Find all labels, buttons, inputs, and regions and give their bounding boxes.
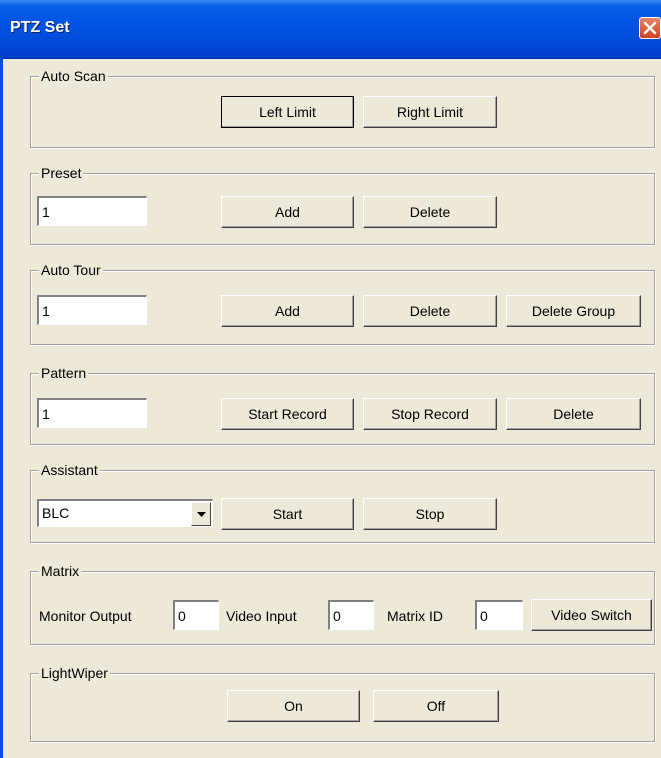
stop-record-button[interactable]: Stop Record bbox=[363, 398, 497, 430]
assistant-select[interactable]: BLC bbox=[37, 499, 213, 527]
dropdown-button[interactable] bbox=[191, 502, 211, 526]
preset-input[interactable] bbox=[37, 196, 147, 226]
preset-legend: Preset bbox=[39, 165, 84, 181]
matrix-id-input[interactable] bbox=[475, 600, 523, 630]
monitor-output-label: Monitor Output bbox=[39, 608, 132, 624]
auto-tour-legend: Auto Tour bbox=[39, 262, 103, 278]
preset-add-button[interactable]: Add bbox=[221, 196, 354, 228]
start-record-button[interactable]: Start Record bbox=[221, 398, 354, 430]
assistant-select-value: BLC bbox=[42, 505, 70, 521]
pattern-group: Pattern Start Record Stop Record Delete bbox=[30, 365, 655, 445]
matrix-legend: Matrix bbox=[39, 563, 82, 579]
light-wiper-group: LightWiper On Off bbox=[30, 665, 655, 742]
pattern-input[interactable] bbox=[37, 398, 147, 428]
preset-delete-button[interactable]: Delete bbox=[363, 196, 497, 228]
delete-group-button[interactable]: Delete Group bbox=[506, 295, 641, 327]
title-bar: PTZ Set bbox=[0, 0, 661, 59]
auto-tour-delete-button[interactable]: Delete bbox=[363, 295, 497, 327]
assistant-stop-button[interactable]: Stop bbox=[363, 498, 497, 530]
matrix-id-label: Matrix ID bbox=[387, 608, 443, 624]
window-frame-left bbox=[0, 58, 3, 758]
auto-tour-input[interactable] bbox=[37, 295, 147, 325]
auto-tour-add-button[interactable]: Add bbox=[221, 295, 354, 327]
light-wiper-on-button[interactable]: On bbox=[227, 690, 360, 722]
auto-scan-group: Auto Scan Left Limit Right Limit bbox=[30, 68, 655, 148]
matrix-group: Matrix Monitor Output Video Input Matrix… bbox=[30, 563, 655, 645]
window-title: PTZ Set bbox=[10, 19, 70, 36]
video-input-input[interactable] bbox=[328, 600, 374, 630]
video-switch-button[interactable]: Video Switch bbox=[531, 599, 652, 631]
light-wiper-off-button[interactable]: Off bbox=[373, 690, 499, 722]
monitor-output-input[interactable] bbox=[173, 600, 219, 630]
close-icon bbox=[643, 21, 657, 35]
chevron-down-icon bbox=[197, 512, 206, 517]
auto-tour-group: Auto Tour Add Delete Delete Group bbox=[30, 262, 655, 345]
right-limit-button[interactable]: Right Limit bbox=[363, 96, 497, 128]
close-button[interactable] bbox=[639, 17, 661, 39]
pattern-legend: Pattern bbox=[39, 365, 89, 381]
assistant-group: Assistant BLC Start Stop bbox=[30, 462, 655, 543]
left-limit-button[interactable]: Left Limit bbox=[221, 96, 354, 128]
pattern-delete-button[interactable]: Delete bbox=[506, 398, 641, 430]
auto-scan-legend: Auto Scan bbox=[39, 68, 108, 84]
video-input-label: Video Input bbox=[226, 608, 297, 624]
light-wiper-legend: LightWiper bbox=[39, 665, 110, 681]
preset-group: Preset Add Delete bbox=[30, 165, 655, 245]
assistant-legend: Assistant bbox=[39, 462, 100, 478]
assistant-start-button[interactable]: Start bbox=[221, 498, 354, 530]
